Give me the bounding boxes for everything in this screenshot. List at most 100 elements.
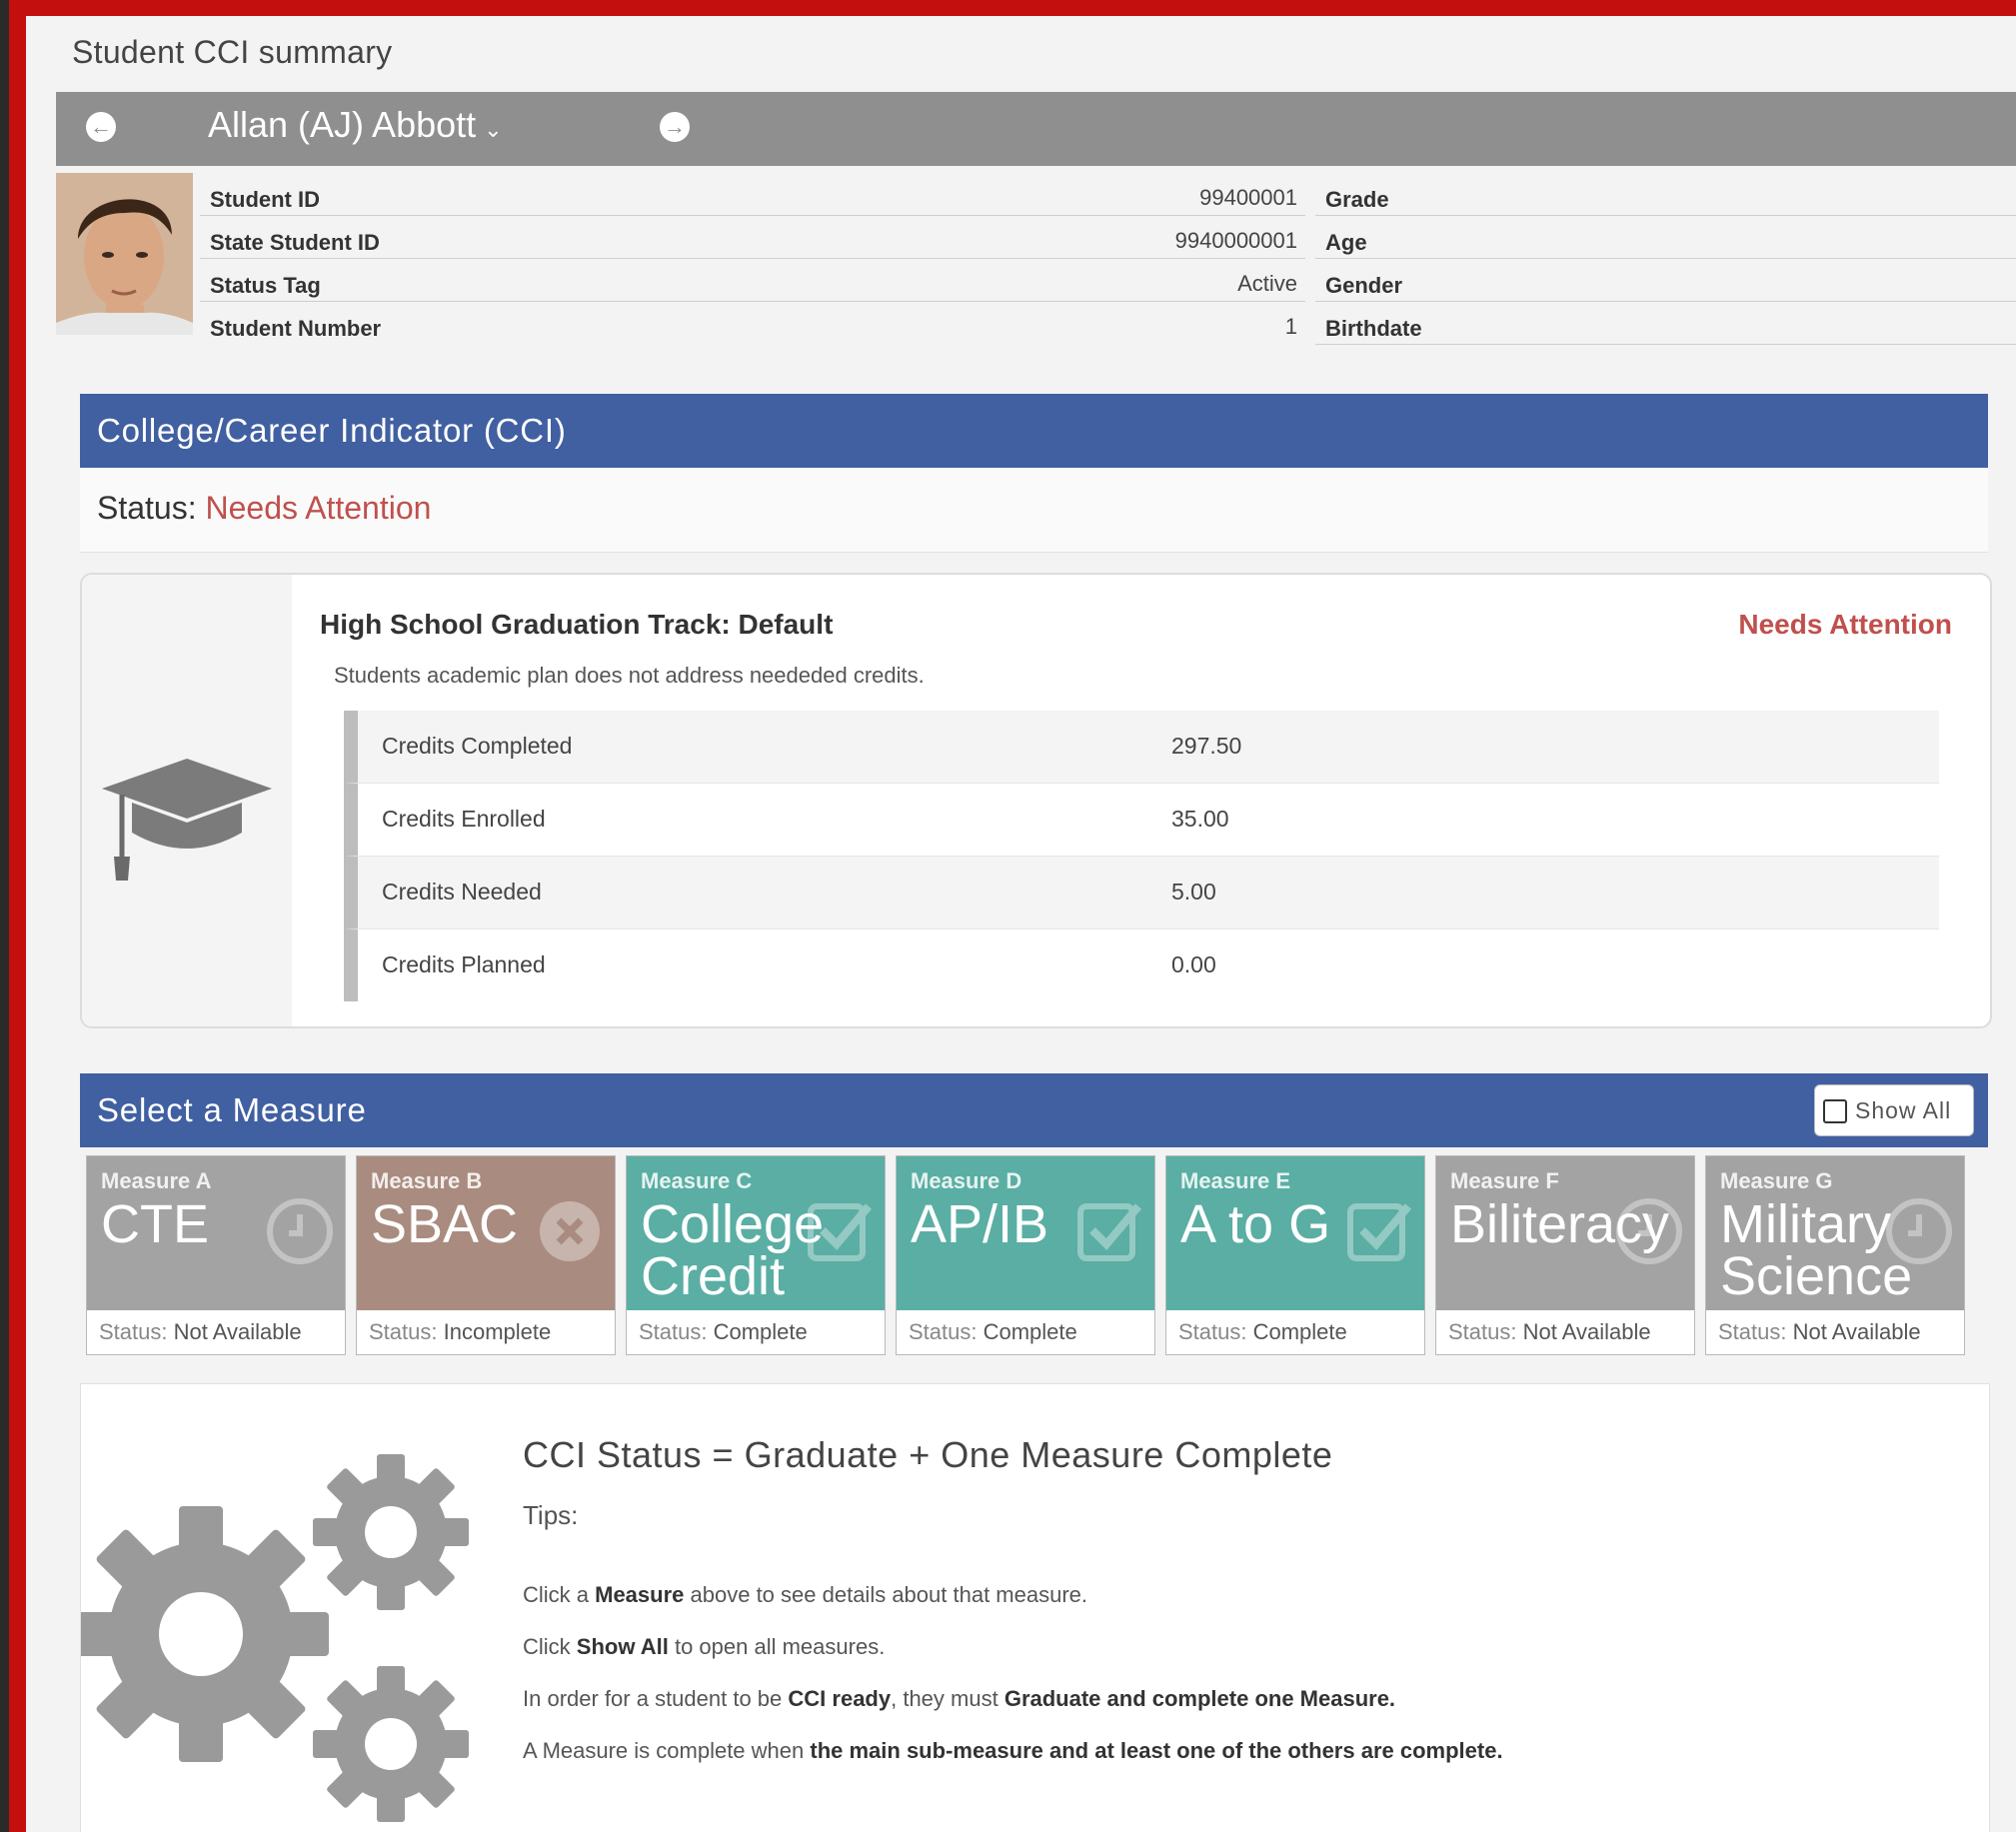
info-row-age: Age bbox=[1315, 216, 2016, 259]
credit-label: Credits Enrolled bbox=[382, 806, 546, 832]
tip-4: A Measure is complete when the main sub-… bbox=[523, 1738, 1503, 1763]
info-row-state-student-id: State Student ID 9940000001 bbox=[200, 216, 1305, 259]
cci-status-value: Needs Attention bbox=[205, 490, 432, 526]
measure-tile-body: Measure B SBAC bbox=[357, 1156, 615, 1310]
cci-status-row: Status: Needs Attention bbox=[80, 468, 1988, 553]
info-label: Student ID bbox=[210, 187, 320, 212]
measure-status: Status: Incomplete bbox=[369, 1319, 552, 1344]
window-frame-edge bbox=[0, 0, 9, 1832]
measure-code: Measure D bbox=[911, 1168, 1022, 1193]
table-row: Credits Needed 5.00 bbox=[344, 857, 1939, 929]
measure-tile-body: Measure D AP/IB bbox=[897, 1156, 1154, 1310]
graduation-track-card[interactable]: High School Graduation Track: Default Ne… bbox=[80, 573, 1992, 1028]
measure-tile-body: Measure F Biliteracy bbox=[1436, 1156, 1694, 1310]
info-row-birthdate: Birthdate bbox=[1315, 302, 2016, 345]
credit-value: 297.50 bbox=[1171, 733, 1242, 759]
info-label: Status Tag bbox=[210, 273, 321, 298]
measures-panel-header: Select a Measure Show All bbox=[80, 1073, 1988, 1147]
measure-status: Status: Not Available bbox=[1448, 1319, 1651, 1344]
check-icon bbox=[808, 1203, 873, 1261]
previous-student-button[interactable]: ← bbox=[86, 112, 116, 142]
graduation-cap-icon bbox=[102, 759, 272, 881]
measure-status: Status: Not Available bbox=[99, 1319, 302, 1344]
graduation-icon-area bbox=[82, 575, 292, 1026]
info-value: 1 bbox=[1284, 314, 1297, 339]
window-frame-top bbox=[0, 0, 2016, 16]
info-value: Active bbox=[1237, 271, 1297, 296]
tips-card: CCI Status = Graduate + One Measure Comp… bbox=[80, 1383, 1990, 1832]
measure-tile-b[interactable]: Measure B SBAC Status: Incomplete bbox=[356, 1155, 616, 1355]
clock-icon bbox=[267, 1198, 333, 1264]
measure-code: Measure B bbox=[371, 1168, 483, 1193]
cci-status: Status: Needs Attention bbox=[97, 490, 431, 527]
tip-1: Click a Measure above to see details abo… bbox=[523, 1582, 1088, 1607]
info-value: 9940000001 bbox=[1174, 228, 1297, 253]
graduation-track-title: High School Graduation Track: Default bbox=[320, 609, 834, 640]
info-value: 99400001 bbox=[1199, 185, 1297, 210]
graduation-track-description: Students academic plan does not address … bbox=[334, 663, 925, 688]
x-circle-icon bbox=[540, 1201, 600, 1261]
tips-title: CCI Status = Graduate + One Measure Comp… bbox=[523, 1434, 1333, 1475]
credit-label: Credits Completed bbox=[382, 733, 573, 759]
info-row-student-number: Student Number 1 bbox=[200, 302, 1305, 344]
student-selector[interactable]: Allan (AJ) Abbott ⌄ bbox=[208, 104, 503, 146]
measure-status: Status: Complete bbox=[909, 1319, 1077, 1344]
info-row-student-id: Student ID 99400001 bbox=[200, 173, 1305, 216]
measure-status: Status: Complete bbox=[1178, 1319, 1347, 1344]
tip-2: Click Show All to open all measures. bbox=[523, 1634, 886, 1659]
cci-panel-header: College/Career Indicator (CCI) bbox=[80, 394, 1988, 468]
show-all-label: Show All bbox=[1855, 1097, 1952, 1123]
gears-icon bbox=[81, 1454, 469, 1822]
student-navigation-bar: ← Allan (AJ) Abbott ⌄ → bbox=[56, 92, 2016, 166]
measure-tiles: Measure A CTE Status: Not Available Meas… bbox=[86, 1155, 1988, 1355]
measure-tile-e[interactable]: Measure E A to G Status: Complete bbox=[1165, 1155, 1425, 1355]
info-label: Age bbox=[1325, 230, 1367, 255]
measures-panel-title: Select a Measure bbox=[97, 1091, 367, 1128]
checkbox-icon bbox=[1823, 1099, 1847, 1123]
measure-tile-body: Measure C College Credit bbox=[627, 1156, 885, 1310]
measure-code: Measure G bbox=[1720, 1168, 1833, 1193]
measure-tile-g[interactable]: Measure G Military Science Status: Not A… bbox=[1705, 1155, 1965, 1355]
table-row: Credits Planned 0.00 bbox=[344, 929, 1939, 1001]
check-icon bbox=[1347, 1203, 1412, 1261]
measure-tile-body: Measure G Military Science bbox=[1706, 1156, 1964, 1310]
measure-tile-a[interactable]: Measure A CTE Status: Not Available bbox=[86, 1155, 346, 1355]
measure-tile-f[interactable]: Measure F Biliteracy Status: Not Availab… bbox=[1435, 1155, 1695, 1355]
student-info-left: Student ID 99400001 State Student ID 994… bbox=[200, 173, 1305, 344]
table-row: Credits Enrolled 35.00 bbox=[344, 784, 1939, 857]
cci-panel-title: College/Career Indicator (CCI) bbox=[97, 412, 567, 449]
info-label: Grade bbox=[1325, 187, 1389, 212]
measure-code: Measure C bbox=[641, 1168, 753, 1193]
info-row-status-tag: Status Tag Active bbox=[200, 259, 1305, 302]
info-label: Birthdate bbox=[1325, 316, 1422, 341]
info-row-grade: Grade bbox=[1315, 173, 2016, 216]
measure-status: Status: Not Available bbox=[1718, 1319, 1921, 1344]
info-label: State Student ID bbox=[210, 230, 380, 255]
measure-tile-body: Measure E A to G bbox=[1166, 1156, 1424, 1310]
arrow-right-icon: → bbox=[664, 114, 686, 139]
info-row-gender: Gender bbox=[1315, 259, 2016, 302]
graduation-track-status: Needs Attention bbox=[1738, 609, 1952, 640]
arrow-left-icon: ← bbox=[90, 114, 112, 139]
clock-icon bbox=[1886, 1198, 1952, 1264]
check-icon bbox=[1077, 1203, 1142, 1261]
measure-code: Measure A bbox=[101, 1168, 212, 1193]
chevron-down-icon: ⌄ bbox=[484, 117, 503, 142]
measure-tile-d[interactable]: Measure D AP/IB Status: Complete bbox=[896, 1155, 1155, 1355]
credit-value: 35.00 bbox=[1171, 806, 1229, 832]
measure-tile-c[interactable]: Measure C College Credit Status: Complet… bbox=[626, 1155, 886, 1355]
credit-label: Credits Planned bbox=[382, 951, 546, 977]
page-title: Student CCI summary bbox=[72, 34, 393, 70]
measure-tile-body: Measure A CTE bbox=[87, 1156, 345, 1310]
measure-status: Status: Complete bbox=[639, 1319, 808, 1344]
next-student-button[interactable]: → bbox=[660, 112, 690, 142]
clock-icon bbox=[1616, 1198, 1682, 1264]
tip-3: In order for a student to be CCI ready, … bbox=[523, 1686, 1396, 1711]
student-photo bbox=[56, 173, 193, 335]
tips-label: Tips: bbox=[523, 1500, 579, 1530]
student-info-right: Grade Age Gender Birthdate bbox=[1315, 173, 2016, 345]
cci-status-label: Status: bbox=[97, 490, 197, 526]
table-row: Credits Completed 297.50 bbox=[344, 711, 1939, 784]
show-all-checkbox[interactable]: Show All bbox=[1814, 1084, 1974, 1136]
credits-table: Credits Completed 297.50 Credits Enrolle… bbox=[344, 711, 1939, 1001]
